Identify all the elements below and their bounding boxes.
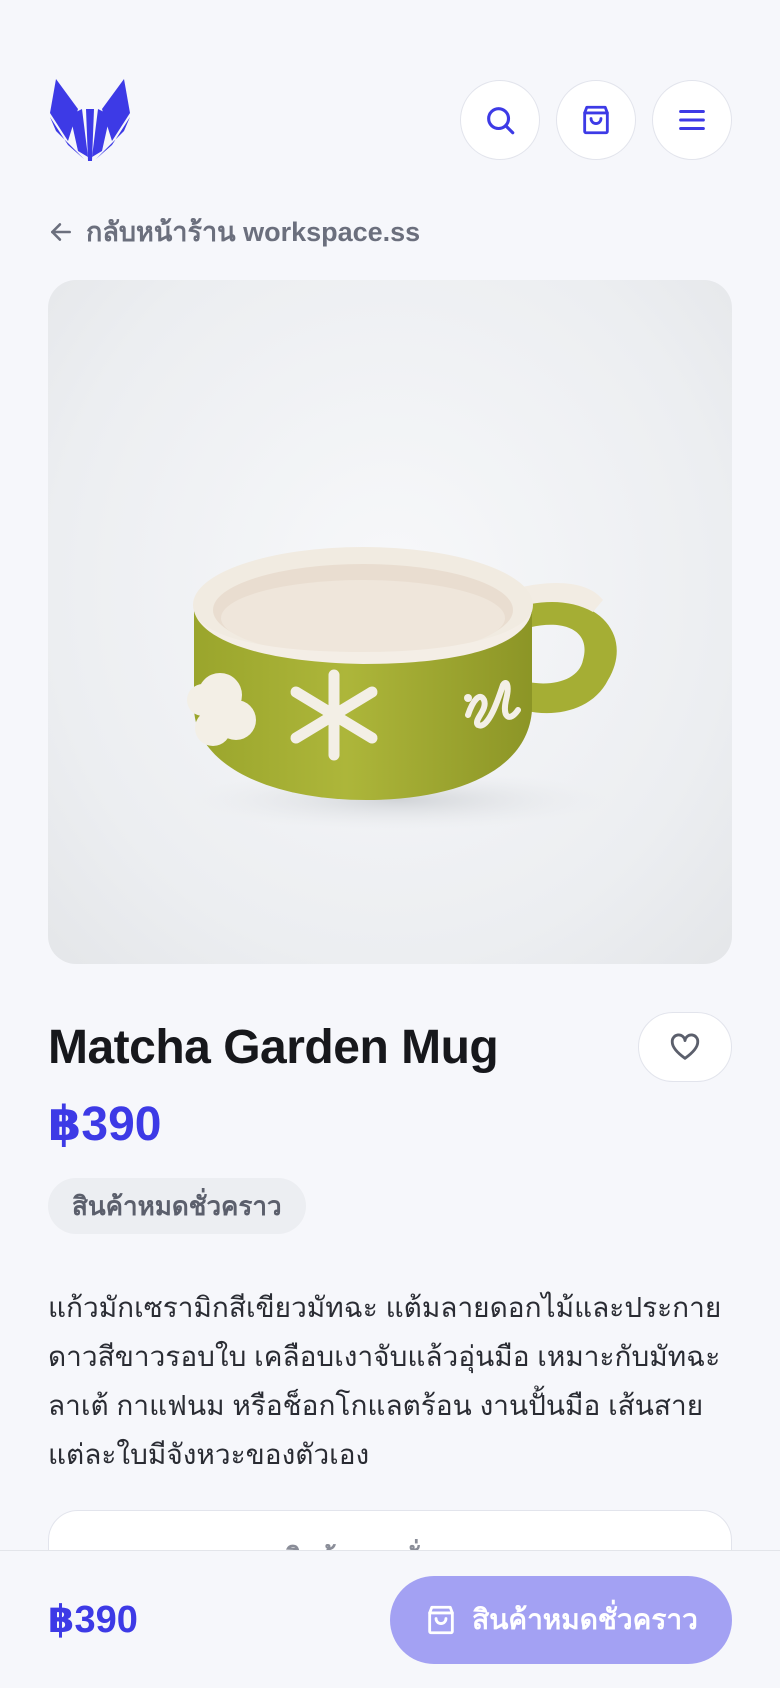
product-title: Matcha Garden Mug — [48, 1020, 499, 1074]
menu-icon — [679, 109, 705, 131]
product-description: แก้วมักเซรามิกสีเขียวมัทฉะ แต้มลายดอกไม้… — [48, 1292, 722, 1470]
bottom-bar: ฿390 สินค้าหมดชั่วคราว — [0, 1550, 780, 1688]
heart-icon — [670, 1033, 700, 1060]
shopping-bag-icon — [583, 105, 609, 135]
stock-status-badge: สินค้าหมดชั่วคราว — [48, 1178, 306, 1234]
fox-logo[interactable] — [48, 79, 132, 161]
wishlist-button[interactable] — [638, 1012, 732, 1082]
header-actions — [460, 80, 732, 160]
search-icon — [487, 107, 515, 135]
cart-button[interactable] — [556, 80, 636, 160]
title-row: Matcha Garden Mug — [48, 1012, 732, 1082]
back-link-label: กลับหน้าร้าน workspace.ss — [86, 217, 421, 247]
product-page: กลับหน้าร้าน workspace.ss Matcha Garden … — [0, 0, 780, 1688]
out-of-stock-cta-button[interactable]: สินค้าหมดชั่วคราว — [390, 1575, 732, 1664]
back-to-store-link[interactable]: กลับหน้าร้าน workspace.ss — [48, 210, 420, 253]
product-price: ฿390 — [48, 1098, 162, 1151]
search-button[interactable] — [460, 80, 540, 160]
bottom-price: ฿390 — [48, 1599, 138, 1641]
mug-illustration — [187, 547, 617, 830]
product-image[interactable] — [48, 280, 732, 964]
arrow-left-icon — [51, 222, 71, 241]
cta-label: สินค้าหมดชั่วคราว — [472, 1603, 698, 1635]
header — [48, 79, 732, 161]
shopping-bag-icon — [428, 1605, 454, 1634]
menu-button[interactable] — [652, 80, 732, 160]
